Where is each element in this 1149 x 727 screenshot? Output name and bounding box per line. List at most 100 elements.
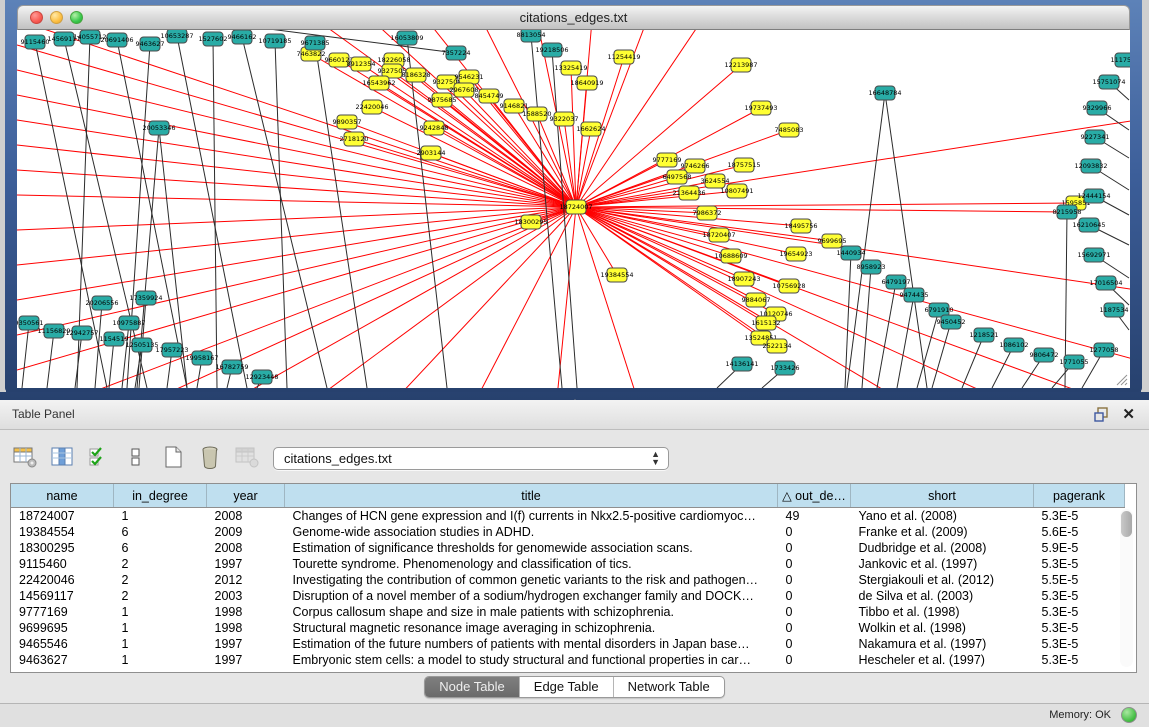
table-cell[interactable]: 9463627	[11, 652, 114, 668]
graph-node[interactable]: 10688609	[714, 249, 747, 263]
network-window-titlebar[interactable]: citations_edges.txt	[17, 5, 1130, 30]
graph-node[interactable]: 9466162	[228, 30, 257, 44]
table-cell[interactable]: 5.6E-5	[1034, 524, 1125, 540]
graph-node[interactable]: 2522134	[763, 339, 792, 353]
table-cell[interactable]: Embryonic stem cells: a model to study s…	[285, 652, 778, 668]
table-cell[interactable]: 49	[778, 508, 851, 525]
table-cell[interactable]: Tourette syndrome. Phenomenology and cla…	[285, 556, 778, 572]
table-row[interactable]: 977716911998Corpus callosum shape and si…	[11, 604, 1125, 620]
table-cell[interactable]: 0	[778, 636, 851, 652]
graph-node[interactable]: 10756928	[772, 279, 805, 293]
graph-node[interactable]: 19384554	[600, 268, 633, 282]
table-cell[interactable]: 19384554	[11, 524, 114, 540]
table-row[interactable]: 911546021997Tourette syndrome. Phenomeno…	[11, 556, 1125, 572]
graph-node[interactable]: 10719185	[258, 34, 291, 48]
graph-node[interactable]: 8454749	[475, 89, 504, 103]
table-cell[interactable]: Genome-wide association studies in ADHD.	[285, 524, 778, 540]
graph-node[interactable]: 22420046	[355, 100, 388, 114]
table-cell[interactable]: 5.3E-5	[1034, 508, 1125, 525]
graph-node[interactable]: 12942757	[65, 326, 98, 340]
graph-node[interactable]: 1440934	[837, 246, 866, 260]
table-cell[interactable]: Dudbridge et al. (2008)	[851, 540, 1034, 556]
row-height-icon[interactable]	[123, 444, 149, 470]
graph-node[interactable]: 18907243	[727, 272, 760, 286]
graph-node[interactable]: 9699695	[818, 234, 847, 248]
graph-node[interactable]: 18300295	[514, 215, 547, 229]
table-cell[interactable]: 5.3E-5	[1034, 556, 1125, 572]
graph-node[interactable]: 9115460	[21, 35, 50, 49]
graph-node[interactable]: 21364436	[672, 186, 705, 200]
table-cell[interactable]: 18724007	[11, 508, 114, 525]
table-cell[interactable]: 22420046	[11, 572, 114, 588]
citation-network-graph[interactable]: 7463822966012389123541822605893275051654…	[17, 30, 1130, 388]
graph-node[interactable]: 16210645	[1072, 218, 1105, 232]
graph-node[interactable]: 16543962	[362, 76, 395, 90]
tab-node-table[interactable]: Node Table	[425, 677, 520, 697]
table-cell[interactable]: Corpus callosum shape and size in male p…	[285, 604, 778, 620]
graph-node[interactable]: 19958167	[185, 351, 218, 365]
table-cell[interactable]: 9777169	[11, 604, 114, 620]
float-panel-icon[interactable]	[1094, 407, 1109, 422]
graph-node[interactable]: 1277058	[1090, 343, 1119, 357]
graph-node[interactable]: 9227341	[1081, 130, 1110, 144]
table-cell[interactable]: 1	[114, 620, 207, 636]
table-cell[interactable]: 9699695	[11, 620, 114, 636]
table-cell[interactable]: 6	[114, 524, 207, 540]
table-cell[interactable]: Hescheler et al. (1997)	[851, 652, 1034, 668]
graph-node[interactable]: 7485083	[775, 123, 804, 137]
table-cell[interactable]: 5.3E-5	[1034, 652, 1125, 668]
graph-node[interactable]: 1771055	[1060, 355, 1089, 369]
table-cell[interactable]: 0	[778, 588, 851, 604]
column-header-title[interactable]: title	[285, 484, 778, 508]
graph-node[interactable]: 9329966	[1083, 101, 1112, 115]
table-cell[interactable]: 1	[114, 636, 207, 652]
column-header-pagerank[interactable]: pagerank	[1034, 484, 1125, 508]
table-cell[interactable]: Tibbo et al. (1998)	[851, 604, 1034, 620]
table-cell[interactable]: 0	[778, 620, 851, 636]
table-cell[interactable]: 0	[778, 572, 851, 588]
graph-node[interactable]: 8813054	[517, 30, 546, 42]
graph-node[interactable]: 12093832	[1074, 159, 1107, 173]
graph-node[interactable]: 16648784	[868, 86, 901, 100]
table-cell[interactable]: 9465546	[11, 636, 114, 652]
table-cell[interactable]: 1997	[207, 652, 285, 668]
graph-node[interactable]: 9671385	[301, 36, 330, 50]
table-cell[interactable]: 1998	[207, 620, 285, 636]
graph-node[interactable]: 1218521	[970, 328, 999, 342]
graph-node[interactable]: 16053809	[390, 31, 423, 45]
graph-node[interactable]: 9450452	[937, 315, 966, 329]
graph-node[interactable]: 9242848	[420, 121, 449, 135]
table-row[interactable]: 969969511998Structural magnetic resonanc…	[11, 620, 1125, 636]
graph-node[interactable]: 9322037	[550, 112, 579, 126]
graph-node[interactable]: 7986372	[693, 206, 722, 220]
table-row[interactable]: 2242004622012Investigating the contribut…	[11, 572, 1125, 588]
graph-node[interactable]: 19218506	[535, 43, 568, 57]
table-cell[interactable]: 0	[778, 652, 851, 668]
graph-node[interactable]: 9890357	[333, 115, 362, 129]
graph-node[interactable]: 2718120	[340, 132, 369, 146]
graph-node[interactable]: 9777169	[653, 153, 682, 167]
graph-node[interactable]: 20691406	[100, 33, 133, 47]
graph-node[interactable]: 1117534	[1111, 53, 1130, 67]
graph-node[interactable]: 1615132	[752, 316, 781, 330]
table-cell[interactable]: 2009	[207, 524, 285, 540]
graph-node[interactable]: 10807491	[720, 184, 753, 198]
graph-node[interactable]: 7357224	[442, 46, 471, 60]
delete-table-icon[interactable]	[197, 444, 223, 470]
scrollbar-thumb[interactable]	[1121, 511, 1132, 537]
graph-node[interactable]: 18495756	[784, 219, 817, 233]
table-cell[interactable]: 1997	[207, 556, 285, 572]
table-cell[interactable]: 5.3E-5	[1034, 636, 1125, 652]
graph-node[interactable]: 9884067	[742, 293, 771, 307]
table-cell[interactable]: 0	[778, 556, 851, 572]
table-cell[interactable]: 5.3E-5	[1034, 588, 1125, 604]
table-cell[interactable]: Wolkin et al. (1998)	[851, 620, 1034, 636]
column-header-outde[interactable]: △ out_de…	[778, 484, 851, 508]
table-cell[interactable]: 1	[114, 508, 207, 525]
table-cell[interactable]: 2	[114, 556, 207, 572]
graph-node[interactable]: 2903144	[417, 146, 446, 160]
table-cell[interactable]: 0	[778, 540, 851, 556]
graph-node[interactable]: 18757515	[727, 158, 760, 172]
table-cell[interactable]: Disruption of a novel member of a sodium…	[285, 588, 778, 604]
graph-node[interactable]: 1662624	[577, 122, 606, 136]
